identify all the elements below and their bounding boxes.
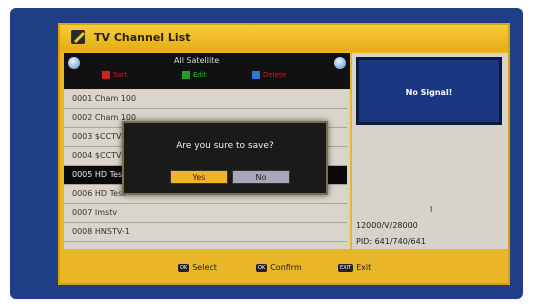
edit-key[interactable]: Edit xyxy=(182,71,207,79)
title-bar: TV Channel List xyxy=(60,25,508,51)
ok-key-icon: OK xyxy=(178,263,190,272)
delete-key[interactable]: Delete xyxy=(252,71,286,79)
info-panel: No Signal! l 12000/V/28000 PID: 641/740/… xyxy=(352,53,508,249)
red-key-icon xyxy=(102,71,110,79)
green-key-icon xyxy=(182,71,190,79)
channel-row[interactable]: 0007 Imstv xyxy=(64,204,347,223)
confirm-hint: OK Confirm xyxy=(256,263,302,272)
channel-name: 0006 HD Test xyxy=(72,189,126,198)
yes-button[interactable]: Yes xyxy=(170,170,228,184)
confirm-hint-label: Confirm xyxy=(270,263,302,272)
channel-row[interactable]: 0001 Cham 100 xyxy=(64,90,347,109)
channel-name: 0005 HD Test xyxy=(72,170,126,179)
dialog-message: Are you sure to save? xyxy=(176,141,274,151)
edit-key-label: Edit xyxy=(193,71,207,79)
satellite-name: All Satellite xyxy=(174,56,220,65)
exit-key-icon: EXIT xyxy=(338,263,354,272)
tv-list-icon xyxy=(71,30,85,44)
channel-name: 0001 Cham 100 xyxy=(72,94,137,103)
video-preview: No Signal! xyxy=(356,57,502,125)
exit-hint-label: Exit xyxy=(356,263,372,272)
channel-name: 0007 Imstv xyxy=(72,208,118,217)
prev-satellite-icon[interactable] xyxy=(68,57,80,69)
no-signal-text: No Signal! xyxy=(405,88,453,97)
sort-key[interactable]: Sort xyxy=(102,71,127,79)
pid-info: PID: 641/740/641 xyxy=(356,237,426,246)
exit-hint: EXIT Exit xyxy=(338,263,371,272)
footer-hints: OK Select OK Confirm EXIT Exit xyxy=(60,253,508,283)
no-button[interactable]: No xyxy=(232,170,290,184)
list-header: All Satellite Sort Edit Delete xyxy=(64,53,350,89)
channel-row[interactable]: 0008 HNSTV-1 xyxy=(64,223,347,242)
ok-key-icon: OK xyxy=(256,263,268,272)
blue-key-icon xyxy=(252,71,260,79)
sort-key-label: Sort xyxy=(113,71,128,79)
channel-name: 0008 HNSTV-1 xyxy=(72,227,130,236)
channel-name: 0004 $CCTV-5 xyxy=(72,151,130,160)
delete-key-label: Delete xyxy=(263,71,286,79)
select-hint-label: Select xyxy=(192,263,217,272)
save-confirm-dialog: Are you sure to save? Yes No xyxy=(122,121,328,195)
channel-name: 0003 $CCTV-5 xyxy=(72,132,130,141)
next-satellite-icon[interactable] xyxy=(334,57,346,69)
select-hint: OK Select xyxy=(178,263,217,272)
window-title: TV Channel List xyxy=(94,31,191,44)
frequency-info: 12000/V/28000 xyxy=(356,221,418,230)
transponder-info: l xyxy=(430,205,433,214)
